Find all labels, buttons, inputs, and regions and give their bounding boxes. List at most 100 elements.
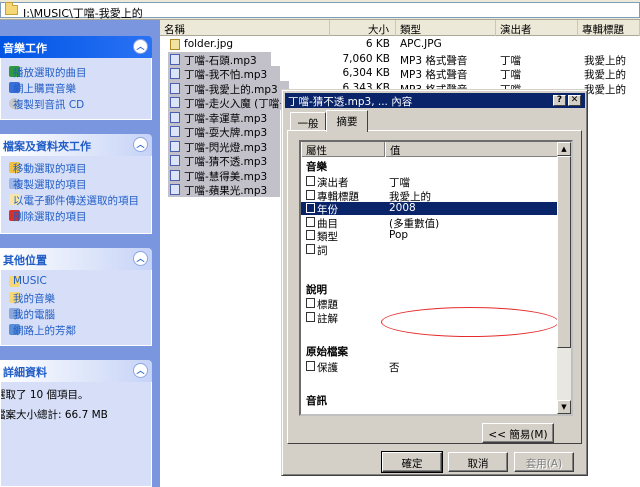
address-field[interactable]: I:\MUSIC\丁噹-我愛上的 — [0, 2, 640, 21]
music-tasks-title: 音樂工作 — [3, 42, 47, 55]
column-size[interactable]: 大小 — [330, 20, 396, 36]
music-tasks-header[interactable]: 音樂工作 ︿ — [0, 36, 152, 58]
column-type[interactable]: 類型 — [396, 20, 496, 36]
edit-icon — [306, 230, 315, 240]
property-row[interactable]: 詞 — [301, 243, 557, 257]
place-label: 網路上的芳鄰 — [13, 325, 76, 337]
column-header: 名稱 大小 類型 演出者 專輯標題 — [160, 20, 640, 36]
collapse-icon[interactable]: ︿ — [133, 137, 148, 152]
property-row[interactable]: 演出者 丁噹 — [301, 175, 557, 189]
table-row[interactable]: 丁噹-石頭.mp3 7,060 KB MP3 格式聲音 丁噹 我愛上的 — [160, 51, 640, 67]
property-row[interactable]: 專輯標題 我愛上的 — [301, 189, 557, 203]
property-name: 詞 — [317, 244, 328, 257]
group-origin: 原始檔案 — [306, 346, 348, 358]
column-value[interactable]: 值 — [385, 142, 561, 157]
close-button[interactable]: ✕ — [568, 95, 581, 106]
address-path[interactable]: I:\MUSIC\丁噹-我愛上的 — [23, 5, 143, 21]
place-label: 我的電腦 — [13, 309, 55, 321]
edit-icon — [306, 243, 315, 254]
task-label: 複製選取的項目 — [13, 179, 87, 191]
details-header[interactable]: 詳細資料 ︿ — [0, 360, 152, 382]
task-email-selected[interactable]: 以電子郵件傳送選取的項目 — [1, 192, 151, 208]
details-title: 詳細資料 — [3, 366, 47, 379]
property-name: 註解 — [317, 312, 338, 325]
tab-general[interactable]: 一般 — [290, 112, 326, 131]
other-places-title: 其他位置 — [3, 254, 47, 267]
tab-summary[interactable]: 摘要 — [326, 110, 368, 132]
property-row[interactable]: 年份 2008 — [301, 202, 557, 216]
property-list[interactable]: 屬性 值 音樂 演出者 丁噹 專輯標題 我愛上的 年份 2008 曲目 (多重數值) 類型 Pop… — [299, 140, 573, 416]
table-row[interactable]: 丁噹-我不怕.mp3 6,304 KB MP3 格式聲音 丁噹 我愛上的 — [160, 66, 640, 81]
details-text: 檔案大小總計: 66.7 MB — [1, 409, 108, 421]
audio-file-icon — [170, 126, 180, 137]
details-total-size: 檔案大小總計: 66.7 MB — [1, 406, 151, 422]
folder-icon — [5, 2, 18, 15]
task-delete-selected[interactable]: 刪除選取的項目 — [1, 208, 151, 224]
dialog-titlebar[interactable]: 丁噹-猜不透.mp3, ... 內容 ? ✕ — [285, 93, 585, 108]
group-description: 說明 — [306, 284, 327, 296]
edit-icon — [306, 298, 315, 308]
property-value[interactable]: 2008 — [389, 202, 416, 214]
task-label: 以電子郵件傳送選取的項目 — [13, 195, 139, 207]
details-text: 選取了 10 個項目。 — [1, 389, 89, 401]
column-album[interactable]: 專輯標題 — [578, 20, 640, 36]
place-my-music[interactable]: 我的音樂 — [1, 290, 151, 306]
simple-button[interactable]: << 簡易(M) — [482, 423, 554, 443]
details-body: 選取了 10 個項目。 檔案大小總計: 66.7 MB — [0, 382, 152, 487]
audio-file-icon — [170, 53, 180, 65]
file-name: 丁噹-蘋果光.mp3 — [184, 185, 268, 197]
dialog-title: 丁噹-猜不透.mp3, ... 內容 — [288, 96, 413, 108]
help-button[interactable]: ? — [553, 95, 566, 106]
task-pane: 音樂工作 ︿ 播放選取的曲目 網上購買音樂 複製到音訊 CD 檔案及資料夾工作 … — [0, 20, 160, 487]
audio-file-icon — [170, 111, 180, 123]
place-label: MUSIC — [13, 275, 47, 287]
edit-icon — [306, 311, 315, 322]
property-value[interactable]: 否 — [389, 360, 400, 375]
task-label: 複製到音訊 CD — [13, 99, 85, 111]
property-row[interactable]: 類型 Pop — [301, 229, 557, 243]
collapse-icon[interactable]: ︿ — [133, 39, 148, 54]
property-row[interactable]: 曲目 (多重數值) — [301, 216, 557, 230]
scroll-down-icon[interactable]: ▼ — [557, 400, 571, 414]
collapse-icon[interactable]: ︿ — [133, 363, 148, 378]
ok-button[interactable]: 確定 — [381, 451, 443, 473]
scroll-thumb[interactable] — [557, 156, 571, 348]
property-row[interactable]: 保護 否 — [301, 360, 557, 375]
task-play-selected[interactable]: 播放選取的曲目 — [1, 64, 151, 80]
column-property[interactable]: 屬性 — [301, 142, 385, 157]
annotation-ellipse — [381, 307, 559, 337]
task-copy-to-cd[interactable]: 複製到音訊 CD — [1, 96, 151, 112]
place-music[interactable]: MUSIC — [1, 274, 151, 290]
column-artist[interactable]: 演出者 — [496, 20, 578, 36]
task-label: 網上購買音樂 — [13, 83, 76, 95]
audio-file-icon — [170, 140, 180, 152]
file-name: folder.jpg — [184, 38, 234, 50]
audio-file-icon — [170, 184, 180, 195]
audio-file-icon — [170, 155, 180, 166]
scroll-up-icon[interactable]: ▲ — [557, 142, 571, 156]
details-selected-count: 選取了 10 個項目。 — [1, 386, 151, 402]
task-label: 刪除選取的項目 — [13, 211, 87, 223]
file-tasks-header[interactable]: 檔案及資料夾工作 ︿ — [0, 134, 152, 156]
edit-icon — [306, 189, 315, 200]
cancel-button[interactable]: 取消 — [448, 452, 508, 472]
apply-button[interactable]: 套用(A) — [514, 452, 574, 472]
collapse-icon[interactable]: ︿ — [133, 251, 148, 266]
edit-icon — [306, 176, 315, 186]
file-size: 6,304 KB — [342, 67, 391, 79]
task-move-selected[interactable]: 移動選取的項目 — [1, 160, 151, 176]
place-my-computer[interactable]: 我的電腦 — [1, 306, 151, 322]
column-name[interactable]: 名稱 — [160, 20, 330, 36]
table-row[interactable]: folder.jpg 6 KB APC.JPG — [160, 37, 640, 52]
property-value[interactable]: Pop — [389, 229, 408, 241]
file-type: APC.JPG — [400, 38, 442, 50]
audio-file-icon — [170, 82, 180, 94]
other-places-header[interactable]: 其他位置 ︿ — [0, 248, 152, 270]
place-network[interactable]: 網路上的芳鄰 — [1, 322, 151, 338]
task-copy-selected[interactable]: 複製選取的項目 — [1, 176, 151, 192]
edit-icon — [306, 203, 315, 213]
task-buy-music[interactable]: 網上購買音樂 — [1, 80, 151, 96]
vertical-scrollbar[interactable]: ▲ ▼ — [557, 142, 571, 414]
file-tasks-title: 檔案及資料夾工作 — [3, 140, 91, 153]
edit-icon — [306, 216, 315, 227]
